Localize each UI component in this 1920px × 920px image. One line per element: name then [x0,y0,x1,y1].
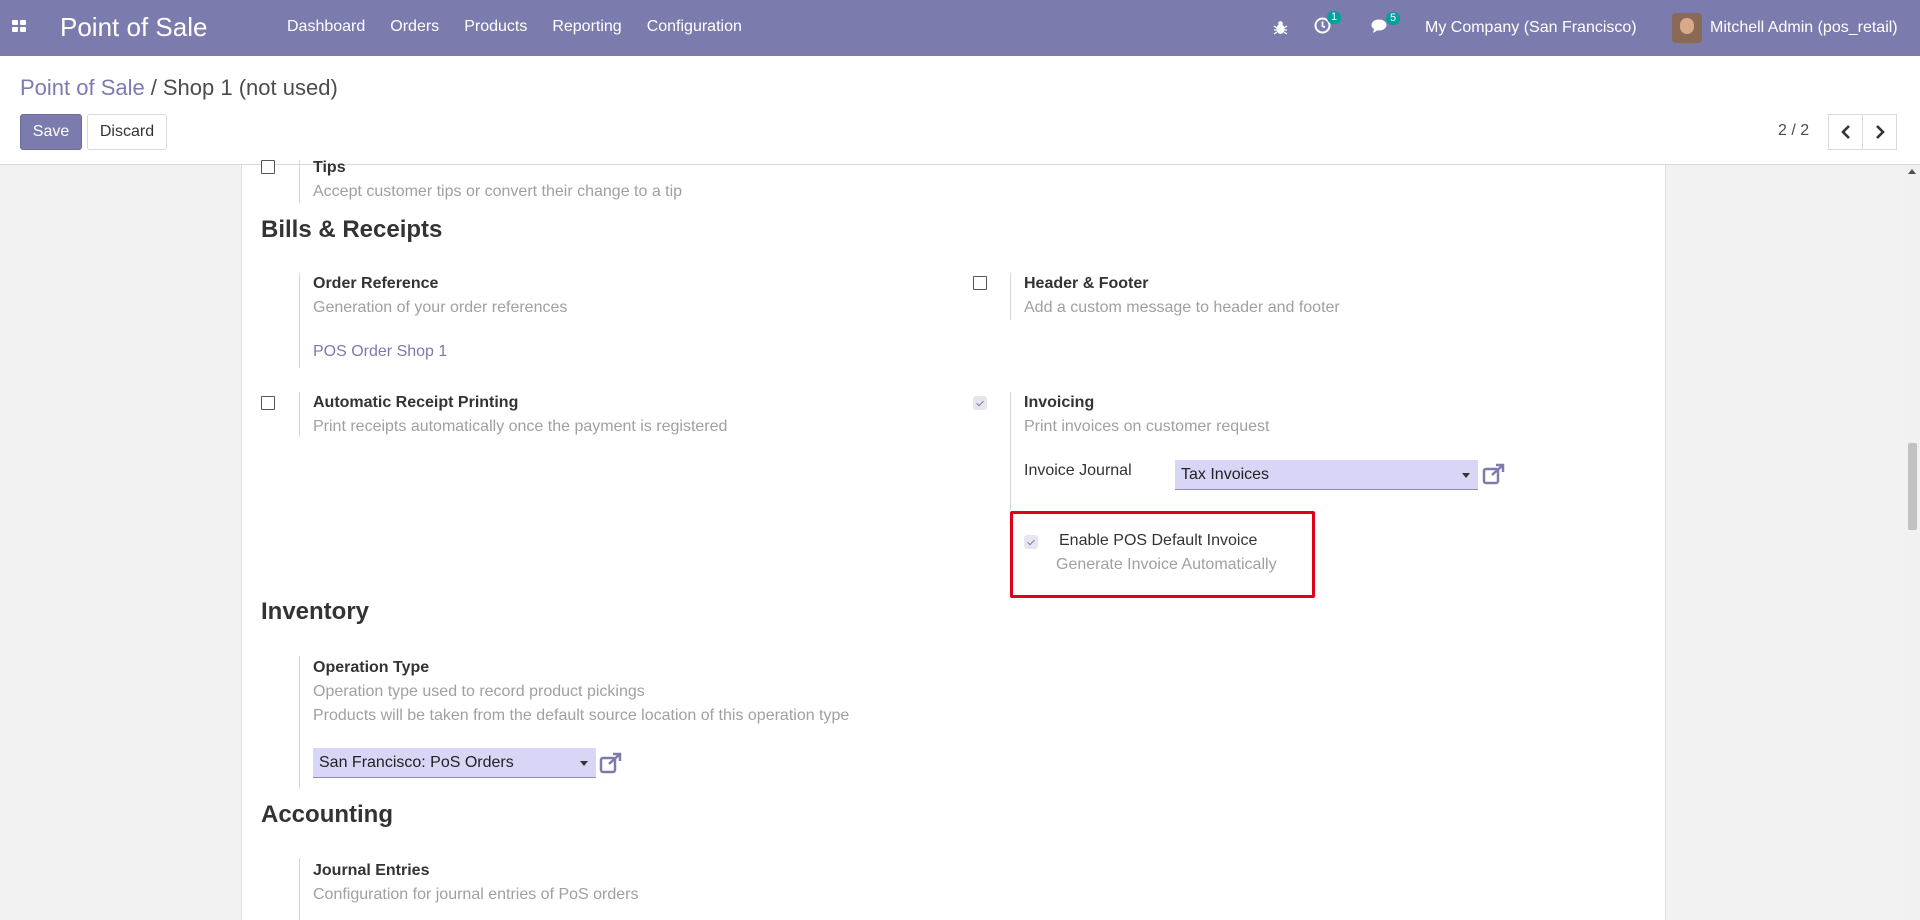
page-scrollbar[interactable] [1905,165,1920,920]
operation-type-select[interactable]: San Francisco: PoS Orders [313,748,596,778]
accounting-heading: Accounting [261,801,393,828]
invoicing-title: Invoicing [1024,394,1095,411]
tips-title: Tips [313,159,346,176]
menu-orders[interactable]: Orders [390,18,439,36]
invoicing-checkbox[interactable] [973,396,987,410]
control-panel: Point of Sale / Shop 1 (not used) Save Dis… [0,56,1920,165]
discard-button[interactable]: Discard [87,114,167,150]
debug-bug-icon[interactable] [1273,0,1288,56]
scroll-up-arrow-icon[interactable] [1908,169,1916,174]
breadcrumb-parent-link[interactable]: Point of Sale [20,75,145,100]
menu-products[interactable]: Products [464,18,527,36]
order-reference-description: Generation of your order references [313,299,568,316]
company-switcher[interactable]: My Company (San Francisco) [1425,0,1637,56]
external-link-icon[interactable] [1482,463,1506,485]
user-menu[interactable]: Mitchell Admin (pos_retail) [1672,0,1898,56]
apps-menu-icon[interactable] [12,20,28,34]
chevron-left-icon [1840,125,1850,139]
user-name: Mitchell Admin (pos_retail) [1710,19,1898,36]
main-menu: Dashboard Orders Products Reporting Conf… [287,18,767,36]
setting-divider [1010,392,1011,510]
operation-type-note: Products will be taken from the default … [313,707,850,724]
messages-chat-icon[interactable]: 5 [1371,0,1401,56]
breadcrumb-separator: / [150,75,157,100]
operation-type-description: Operation type used to record product pi… [313,683,645,700]
order-reference-link[interactable]: POS Order Shop 1 [313,343,447,361]
tips-description: Accept customer tips or convert their ch… [313,183,683,200]
activity-badge: 1 [1327,11,1342,24]
pager-value[interactable]: 2 / 2 [1778,122,1809,140]
tips-checkbox[interactable] [261,160,275,174]
operation-type-title: Operation Type [313,659,430,676]
scrollbar-thumb[interactable] [1908,443,1917,530]
chevron-right-icon [1875,125,1885,139]
breadcrumb-current: Shop 1 (not used) [162,75,338,100]
messages-badge: 5 [1386,11,1401,25]
menu-reporting[interactable]: Reporting [552,18,621,36]
pager-previous-button[interactable] [1828,114,1863,150]
invoice-journal-value: Tax Invoices [1181,466,1270,483]
auto-receipt-description: Print receipts automatically once the pa… [313,418,728,435]
activity-clock-icon[interactable]: 1 [1314,0,1342,56]
bills-receipts-heading: Bills & Receipts [261,216,443,243]
menu-dashboard[interactable]: Dashboard [287,18,365,36]
journal-entries-title: Journal Entries [313,862,430,879]
operation-type-value: San Francisco: PoS Orders [319,754,514,771]
app-brand[interactable]: Point of Sale [60,12,207,43]
setting-divider [299,160,300,203]
external-link-icon[interactable] [599,752,623,774]
form-sheet [241,165,1666,920]
auto-receipt-checkbox[interactable] [261,396,275,410]
save-button[interactable]: Save [20,114,82,150]
setting-divider [299,656,300,789]
pager-next-button[interactable] [1862,114,1897,150]
user-avatar [1672,13,1702,43]
setting-divider [299,858,300,920]
top-navbar: Point of Sale Dashboard Orders Products … [0,0,1920,56]
setting-divider [299,273,300,368]
header-footer-checkbox[interactable] [973,276,987,290]
journal-entries-description: Configuration for journal entries of PoS… [313,886,639,903]
invoicing-description: Print invoices on customer request [1024,418,1270,435]
setting-divider [299,392,300,437]
invoice-journal-select[interactable]: Tax Invoices [1175,460,1478,490]
setting-divider [1010,273,1011,320]
caret-down-icon [580,761,588,766]
invoice-journal-label: Invoice Journal [1024,462,1132,479]
auto-receipt-title: Automatic Receipt Printing [313,394,519,411]
order-reference-title: Order Reference [313,275,439,292]
caret-down-icon [1462,473,1470,478]
menu-configuration[interactable]: Configuration [647,18,742,36]
header-footer-title: Header & Footer [1024,275,1149,292]
breadcrumb: Point of Sale / Shop 1 (not used) [20,75,338,101]
header-footer-description: Add a custom message to header and foote… [1024,299,1340,316]
inventory-heading: Inventory [261,598,370,625]
highlight-annotation-box [1010,511,1315,598]
